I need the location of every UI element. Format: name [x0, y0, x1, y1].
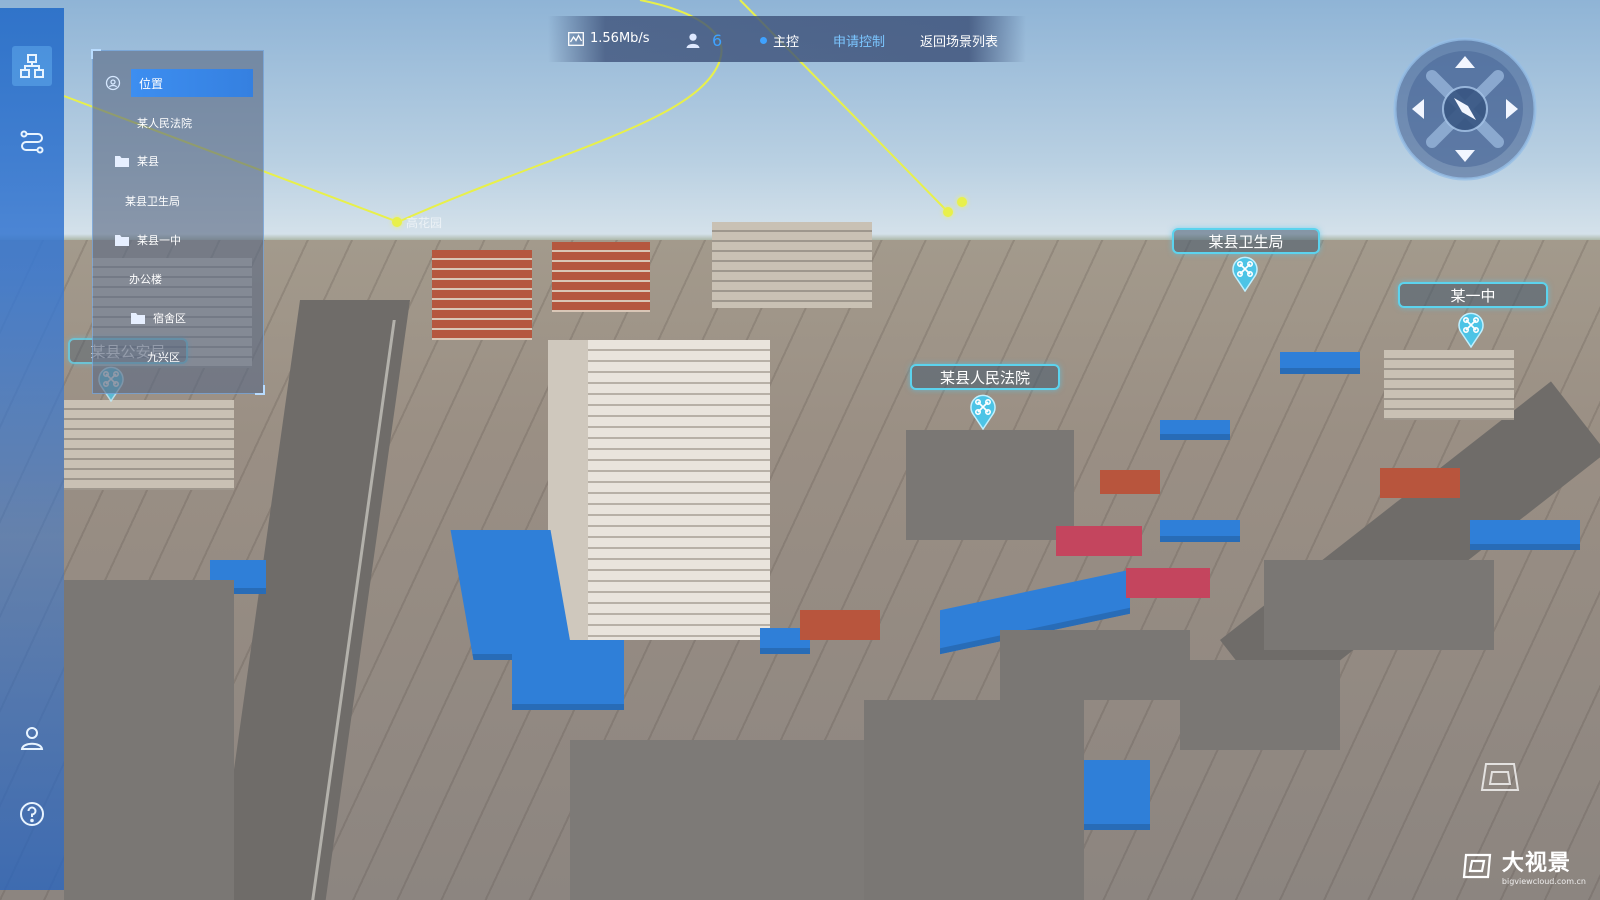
brand-watermark: 大视景 bigviewcloud.com.cn [1460, 845, 1586, 886]
building [1280, 352, 1360, 374]
building [1160, 420, 1230, 440]
marker-label-health-bureau[interactable]: 某县卫生局 [1172, 228, 1320, 254]
building [1080, 760, 1150, 830]
brand-logo-icon [1462, 853, 1492, 878]
request-control-button[interactable]: 申请控制 [833, 31, 885, 50]
path-waypoint[interactable] [957, 197, 967, 207]
tree-item[interactable]: 宿舍区 [131, 310, 186, 326]
tree-item-label: 办公楼 [129, 273, 162, 286]
top-status-bar: 1.56Mb/s 6 主控 申请控制 返回场景列表 [548, 16, 1026, 62]
tree-item[interactable]: 九兴区 [147, 349, 180, 365]
network-hierarchy-icon [20, 54, 44, 78]
building [432, 250, 532, 340]
path-label: 高花园 [406, 216, 443, 230]
path-waypoint[interactable] [392, 217, 402, 227]
building [864, 700, 1084, 900]
brand-name: 大视景 [1501, 851, 1571, 876]
building [1100, 470, 1160, 494]
building [1180, 660, 1340, 750]
help-icon [20, 802, 44, 826]
building [64, 400, 234, 490]
building [800, 610, 880, 640]
left-sidebar [0, 8, 64, 890]
building [1126, 568, 1210, 598]
user-icon [686, 33, 700, 48]
tree-header-label: 位置 [139, 76, 164, 91]
path-waypoint[interactable] [943, 207, 953, 217]
location-tree-panel: 位置 某人民法院 某县 某县卫生局 某县一中 办公楼 宿舍区 九兴区 [91, 49, 265, 395]
master-control-status: 主控 [760, 31, 799, 50]
building [1000, 630, 1190, 700]
drone-pin-icon[interactable] [1456, 312, 1486, 348]
tree-item-label: 某县卫生局 [125, 195, 180, 208]
brand-url: bigviewcloud.com.cn [1501, 877, 1586, 886]
tree-item-label: 某县 [137, 155, 159, 168]
folder-icon [131, 313, 145, 324]
bandwidth-indicator: 1.56Mb/s [568, 31, 650, 46]
building [1384, 350, 1514, 420]
online-users[interactable]: 6 [686, 31, 722, 50]
status-dot-icon [760, 37, 767, 44]
user-icon [20, 727, 44, 750]
building [548, 340, 770, 640]
tree-item[interactable]: 某县 [115, 153, 159, 169]
building [64, 580, 234, 900]
drone-pin-icon[interactable] [968, 394, 998, 430]
building [1470, 520, 1580, 550]
lower-plaza [570, 740, 900, 900]
marker-label-peoples-court[interactable]: 某县人民法院 [910, 364, 1060, 390]
tree-item[interactable]: 办公楼 [129, 271, 162, 287]
tree-item-label: 某人民法院 [137, 117, 192, 130]
tree-item[interactable]: 某县卫生局 [125, 193, 180, 209]
tree-item-label: 九兴区 [147, 351, 180, 364]
tree-header[interactable]: 位置 [131, 69, 253, 97]
bandwidth-chart-icon [568, 31, 584, 46]
navigation-compass[interactable] [1392, 36, 1538, 182]
building [1056, 526, 1142, 556]
bandwidth-value: 1.56Mb/s [590, 31, 650, 46]
nav-item-user[interactable] [12, 718, 52, 758]
building [1160, 520, 1240, 542]
building [906, 430, 1074, 540]
master-label: 主控 [773, 35, 800, 50]
location-icon [105, 75, 121, 91]
folder-icon [115, 235, 129, 246]
tree-item[interactable]: 某县一中 [115, 232, 181, 248]
nav-item-route[interactable] [12, 122, 52, 162]
tree-item-label: 某县一中 [137, 234, 181, 247]
view-3d-toggle-icon[interactable] [1478, 758, 1522, 798]
building [1380, 468, 1460, 498]
user-count: 6 [712, 31, 723, 50]
drone-pin-icon[interactable] [1230, 256, 1260, 292]
tree-item-label: 宿舍区 [153, 312, 186, 325]
nav-item-network[interactable] [12, 46, 52, 86]
route-path-icon [20, 130, 44, 154]
return-scene-list-label: 返回场景列表 [920, 35, 999, 50]
building [712, 222, 872, 308]
nav-item-help[interactable] [12, 794, 52, 834]
building [552, 242, 650, 312]
building [1264, 560, 1494, 650]
request-control-label: 申请控制 [833, 35, 886, 50]
building [512, 640, 624, 710]
marker-label-no1-school[interactable]: 某一中 [1398, 282, 1548, 308]
tree-item[interactable]: 某人民法院 [137, 115, 192, 131]
return-scene-list-button[interactable]: 返回场景列表 [920, 31, 998, 50]
folder-icon [115, 156, 129, 167]
